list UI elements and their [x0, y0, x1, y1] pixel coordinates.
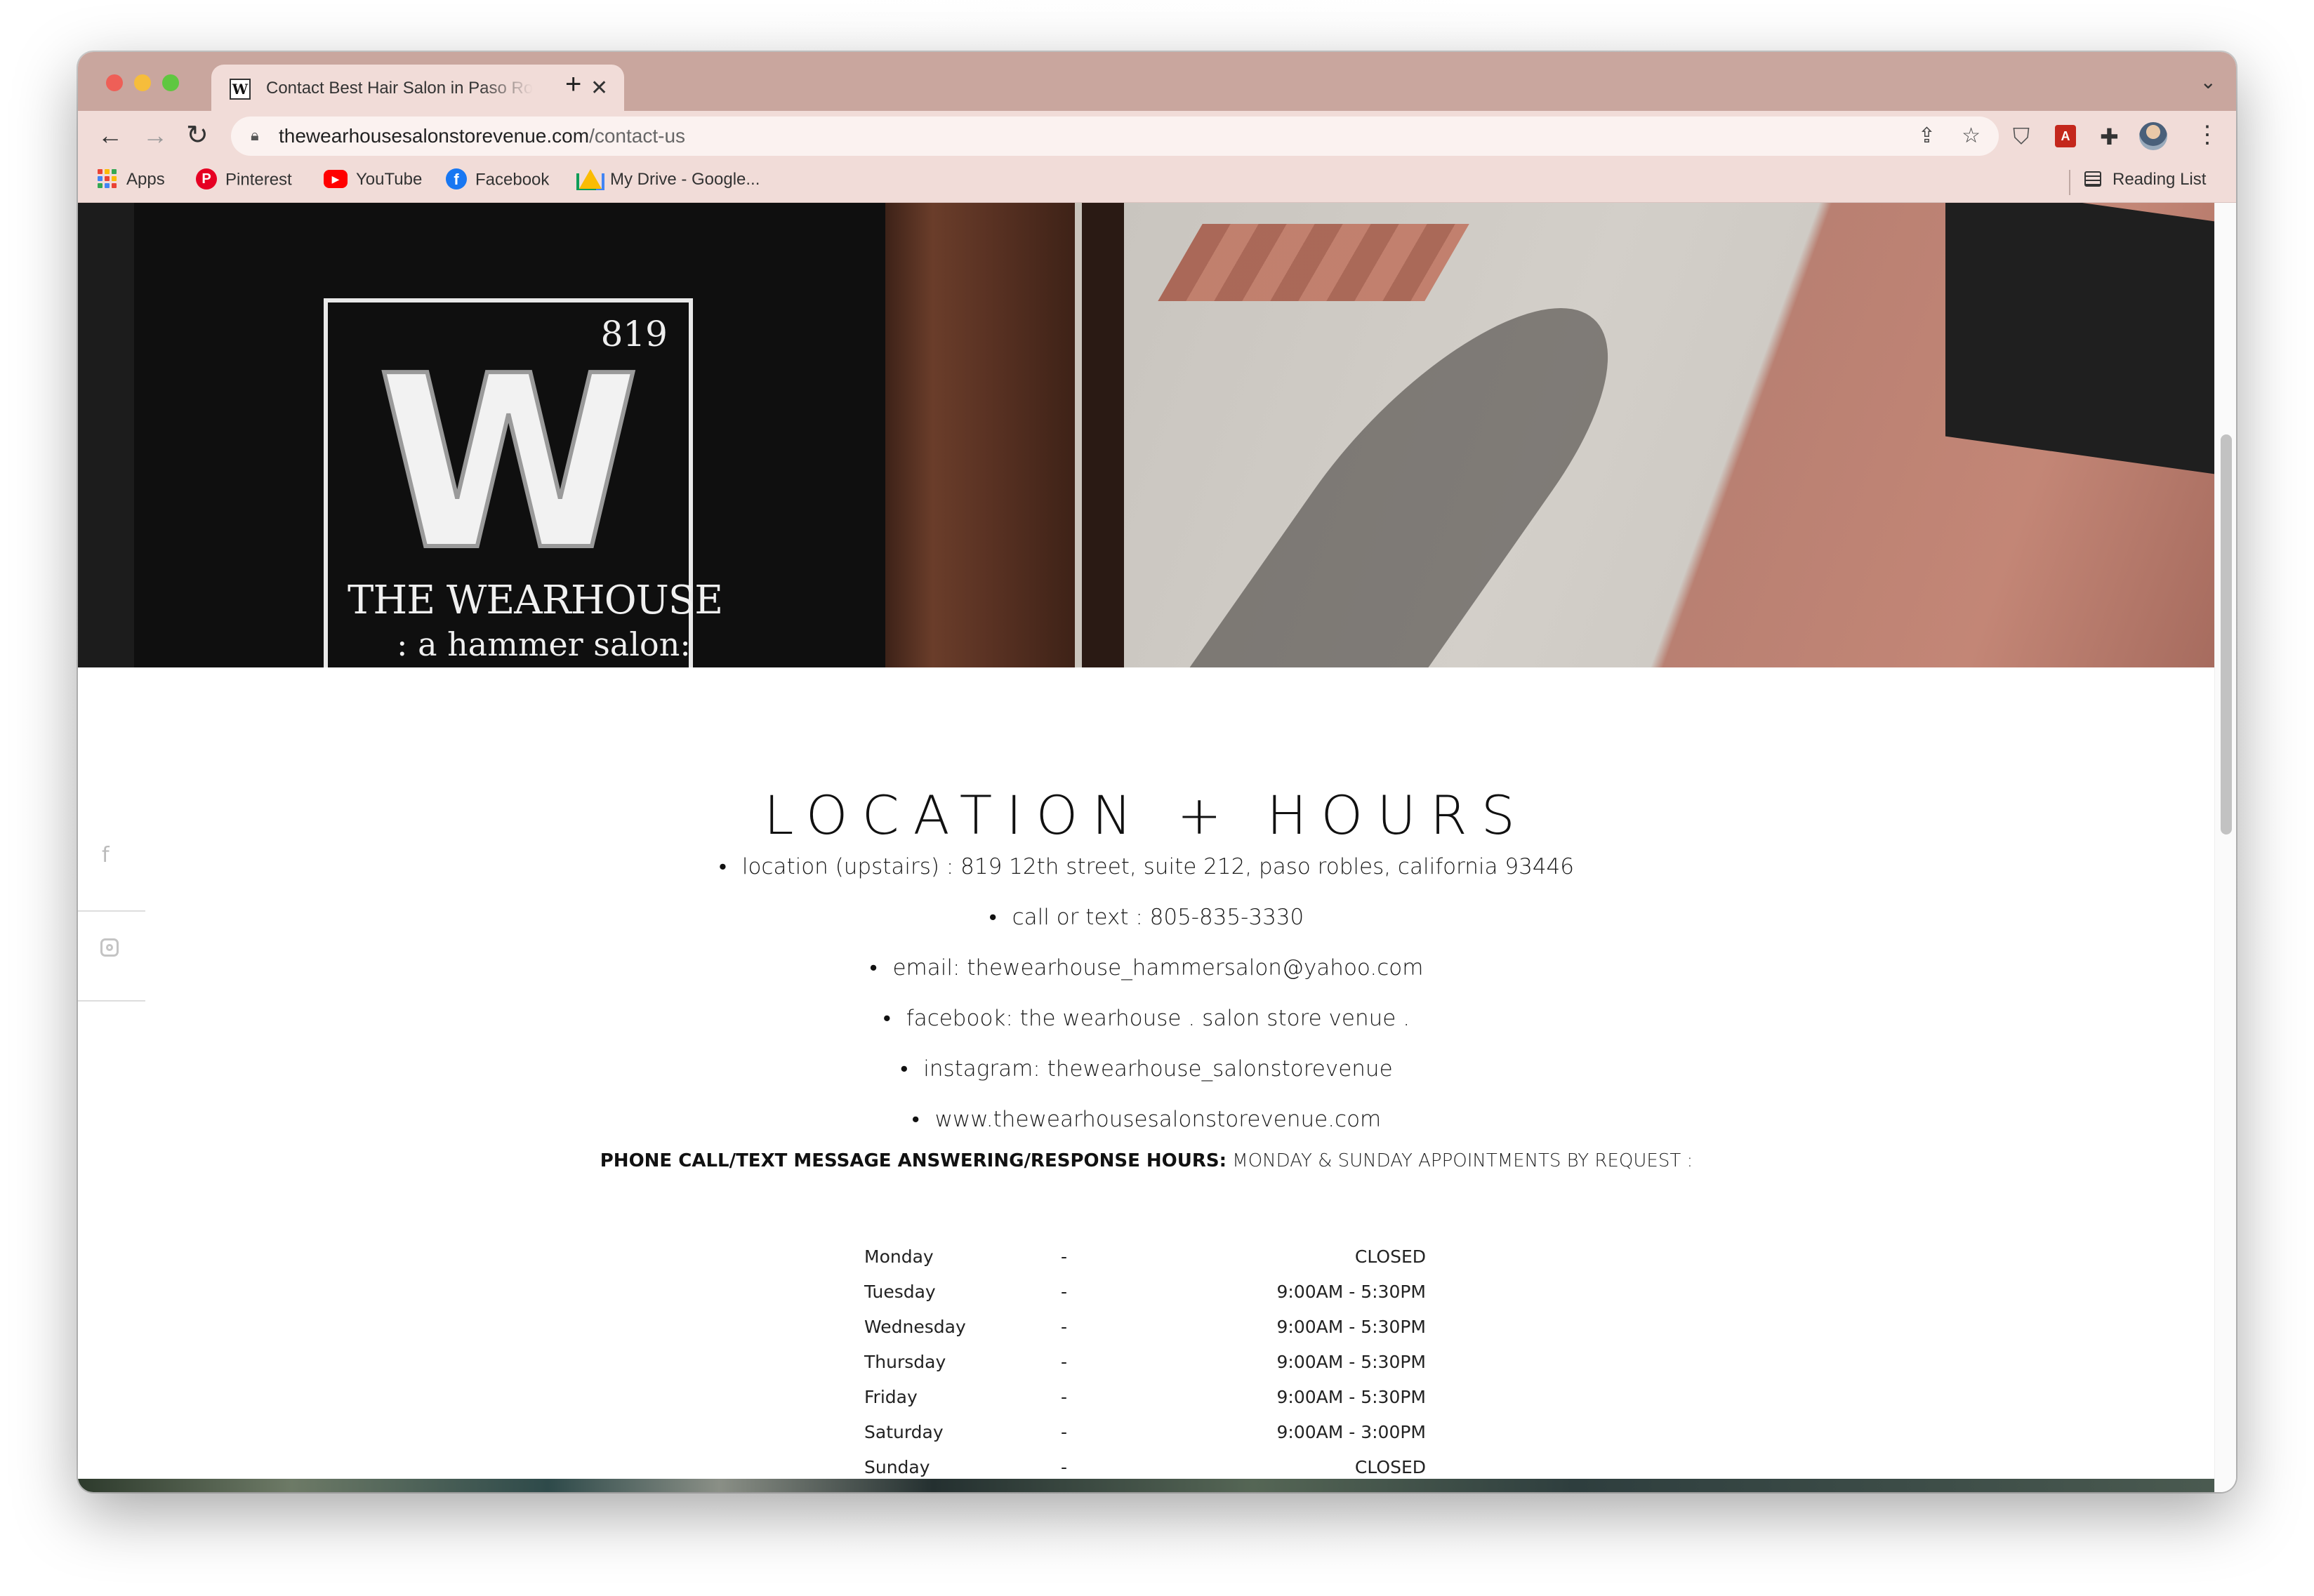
hours-day: Monday [864, 1246, 934, 1267]
hero-wooden-post [885, 203, 1075, 667]
info-instagram: instagram: thewearhouse_salonstorevenue [78, 1056, 2215, 1107]
browser-toolbar: ← → ↻ 🔒︎ thewearhousesalonstorevenue.com… [78, 111, 2236, 163]
hero-image: 819 W THE WEARHOUSE : a hammer salon: [78, 203, 2215, 667]
table-row: Tuesday - 9:00AM - 5:30PM [864, 1274, 1510, 1309]
facebook-icon: f [446, 168, 467, 189]
reading-list-icon [2084, 171, 2101, 187]
hours-time: 9:00AM - 5:30PM [1276, 1316, 1426, 1337]
bookmark-facebook[interactable]: f Facebook [446, 168, 550, 195]
profile-avatar[interactable] [2139, 122, 2167, 150]
hours-time: 9:00AM - 5:30PM [1276, 1281, 1426, 1302]
sign-tagline: : a hammer salon: [397, 625, 691, 663]
pinterest-icon: P [196, 168, 217, 189]
hours-day: Thursday [864, 1351, 946, 1372]
table-row: Monday - CLOSED [864, 1239, 1510, 1274]
hero-brick-pavers [1158, 224, 1469, 301]
hours-separator: - [1061, 1281, 1068, 1302]
hours-separator: - [1061, 1351, 1068, 1372]
info-location: location (upstairs) : 819 12th street, s… [78, 854, 2215, 905]
hours-day: Friday [864, 1386, 918, 1407]
contact-info-list: location (upstairs) : 819 12th street, s… [78, 854, 2215, 1157]
bookmark-label: Pinterest [225, 170, 292, 189]
url-path: /contact-us [589, 125, 686, 147]
table-row: Friday - 9:00AM - 5:30PM [864, 1379, 1510, 1414]
table-row: Thursday - 9:00AM - 5:30PM [864, 1344, 1510, 1379]
sign-name: THE WEARHOUSE [348, 578, 723, 623]
bookmark-label: Apps [126, 170, 165, 189]
page-scrollbar[interactable] [2214, 203, 2236, 1492]
google-drive-icon [579, 168, 602, 189]
bookmark-youtube[interactable]: ▶ YouTube [324, 169, 423, 195]
bookmark-label: My Drive - Google... [610, 170, 760, 189]
hours-day: Wednesday [864, 1316, 966, 1337]
new-tab-button[interactable]: + [565, 69, 581, 100]
hours-note-bold: PHONE CALL/TEXT MESSAGE ANSWERING/RESPON… [600, 1150, 1227, 1171]
forward-arrow-icon[interactable]: → [143, 121, 168, 150]
hours-time: 9:00AM - 5:30PM [1276, 1386, 1426, 1407]
bookmark-star-icon[interactable]: ☆ [1962, 124, 1981, 148]
url-domain: thewearhousesalonstorevenue.com [279, 125, 590, 147]
lock-icon[interactable]: 🔒︎ [251, 126, 259, 145]
address-bar[interactable]: 🔒︎ thewearhousesalonstorevenue.com/conta… [231, 117, 1999, 156]
bookmarks-bar: Apps P Pinterest ▶ YouTube f Facebook My Dr… [78, 163, 2236, 203]
close-window-button[interactable] [106, 74, 123, 91]
hours-note: PHONE CALL/TEXT MESSAGE ANSWERING/RESPON… [78, 1150, 2215, 1171]
back-arrow-icon[interactable]: ← [98, 121, 123, 150]
hours-day: Tuesday [864, 1281, 936, 1302]
hours-separator: - [1061, 1316, 1068, 1337]
minimize-window-button[interactable] [134, 74, 151, 91]
youtube-icon: ▶ [324, 169, 348, 188]
reload-icon[interactable]: ↻ [186, 119, 209, 151]
hours-separator: - [1061, 1386, 1068, 1407]
maximize-window-button[interactable] [162, 74, 179, 91]
hours-time: 9:00AM - 3:00PM [1276, 1421, 1426, 1442]
bookmark-label: Facebook [475, 170, 550, 189]
salon-sign-logo: 819 W THE WEARHOUSE : a hammer salon: [324, 298, 723, 667]
close-tab-icon[interactable]: ✕ [590, 76, 608, 100]
sign-letter: W [375, 325, 642, 603]
info-phone[interactable]: call or text : 805-835-3330 [78, 905, 2215, 955]
tab-title: Contact Best Hair Salon in Paso Robles [266, 79, 533, 98]
hours-separator: - [1061, 1421, 1068, 1442]
hours-day: Saturday [864, 1421, 944, 1442]
table-row: Saturday - 9:00AM - 3:00PM [864, 1414, 1510, 1449]
hours-table: Monday - CLOSED Tuesday - 9:00AM - 5:30P… [864, 1239, 1510, 1484]
shield-icon[interactable]: ⛉ [2013, 124, 2030, 150]
reading-list-label: Reading List [2113, 170, 2207, 189]
bookmark-google-drive[interactable]: My Drive - Google... [579, 168, 760, 195]
reading-list-button[interactable]: Reading List [2084, 170, 2206, 195]
page-viewport: 819 W THE WEARHOUSE : a hammer salon: f … [78, 203, 2236, 1492]
hours-separator: - [1061, 1246, 1068, 1267]
url-text[interactable]: thewearhousesalonstorevenue.com/contact-… [279, 125, 685, 147]
browser-window: W Contact Best Hair Salon in Paso Robles… [78, 52, 2236, 1492]
apps-grid-icon [98, 169, 117, 189]
bookmark-label: YouTube [356, 170, 423, 189]
footer-image-strip [78, 1479, 2215, 1492]
tab-strip: W Contact Best Hair Salon in Paso Robles… [78, 52, 2236, 111]
share-icon[interactable]: ⇪ [1918, 124, 1936, 148]
bookmark-pinterest[interactable]: P Pinterest [196, 168, 292, 195]
pdf-icon[interactable]: A [2055, 125, 2076, 147]
info-facebook: facebook: the wearhouse . salon store ve… [78, 1006, 2215, 1056]
tab-contact[interactable]: W Contact Best Hair Salon in Paso Robles… [211, 65, 624, 111]
hours-note-rest: MONDAY & SUNDAY APPOINTMENTS BY REQUEST … [1227, 1150, 1693, 1171]
info-email[interactable]: email: thewearhouse_hammersalon@yahoo.co… [78, 955, 2215, 1006]
site-favicon-icon: W [230, 79, 251, 100]
hours-time: 9:00AM - 5:30PM [1276, 1351, 1426, 1372]
page-title: LOCATION + HOURS [764, 784, 1529, 846]
puzzle-icon[interactable]: ✚ [2100, 124, 2119, 150]
table-row: Wednesday - 9:00AM - 5:30PM [864, 1309, 1510, 1344]
bookmark-apps[interactable]: Apps [98, 169, 165, 195]
hero-railing [1945, 203, 2215, 475]
tab-search-chevron-icon[interactable]: ⌄ [2200, 70, 2216, 93]
bookmarks-divider [2069, 170, 2070, 195]
scrollbar-thumb[interactable] [2221, 434, 2232, 834]
more-menu-icon[interactable]: ⋮ [2195, 121, 2219, 149]
hero-wooden-post-edge [1082, 203, 1124, 667]
hours-time: CLOSED [1354, 1246, 1426, 1267]
